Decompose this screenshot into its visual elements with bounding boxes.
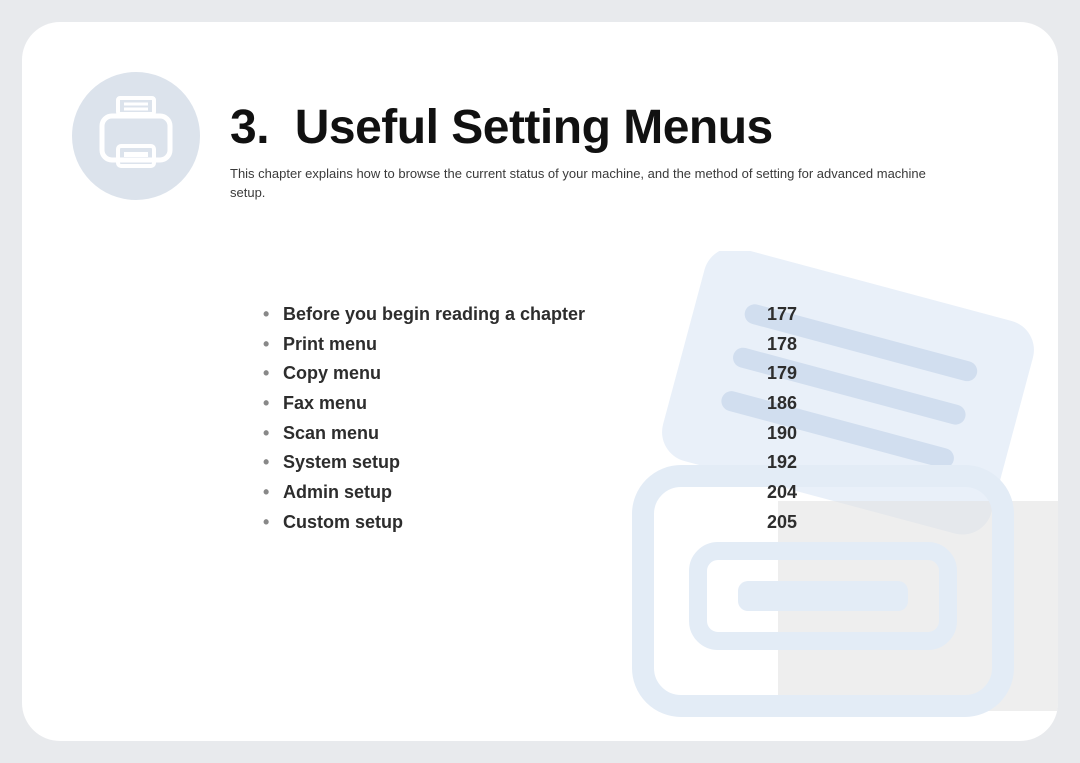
- chapter-title: 3. Useful Setting Menus: [230, 102, 1008, 155]
- title-area: 3. Useful Setting Menus This chapter exp…: [230, 72, 1008, 202]
- toc-item[interactable]: • Copy menu 179: [257, 359, 817, 389]
- table-of-contents: • Before you begin reading a chapter 177…: [257, 300, 817, 538]
- toc-item[interactable]: • Scan menu 190: [257, 419, 817, 449]
- chapter-description: This chapter explains how to browse the …: [230, 165, 930, 203]
- toc-item[interactable]: • Fax menu 186: [257, 389, 817, 419]
- bullet-icon: •: [257, 330, 283, 360]
- toc-page-number: 205: [767, 508, 817, 538]
- bullet-icon: •: [257, 508, 283, 538]
- chapter-title-text: Useful Setting Menus: [295, 101, 773, 154]
- toc-item[interactable]: • Admin setup 204: [257, 478, 817, 508]
- toc-page-number: 192: [767, 448, 817, 478]
- toc-item[interactable]: • System setup 192: [257, 448, 817, 478]
- bullet-icon: •: [257, 448, 283, 478]
- toc-label: Before you begin reading a chapter: [283, 300, 585, 330]
- chapter-header: 3. Useful Setting Menus This chapter exp…: [72, 72, 1008, 202]
- toc-item[interactable]: • Custom setup 205: [257, 508, 817, 538]
- bullet-icon: •: [257, 389, 283, 419]
- toc-label: Custom setup: [283, 508, 403, 538]
- toc-label: System setup: [283, 448, 400, 478]
- toc-page-number: 179: [767, 359, 817, 389]
- toc-page-number: 186: [767, 389, 817, 419]
- toc-label: Print menu: [283, 330, 377, 360]
- chapter-number: 3.: [230, 101, 269, 154]
- toc-label: Copy menu: [283, 359, 381, 389]
- bullet-icon: •: [257, 300, 283, 330]
- bullet-icon: •: [257, 359, 283, 389]
- toc-item[interactable]: • Print menu 178: [257, 330, 817, 360]
- toc-page-number: 177: [767, 300, 817, 330]
- toc-page-number: 190: [767, 419, 817, 449]
- toc-item[interactable]: • Before you begin reading a chapter 177: [257, 300, 817, 330]
- toc-page-number: 178: [767, 330, 817, 360]
- document-page: 3. Useful Setting Menus This chapter exp…: [22, 22, 1058, 741]
- bullet-icon: •: [257, 419, 283, 449]
- bullet-icon: •: [257, 478, 283, 508]
- toc-label: Scan menu: [283, 419, 379, 449]
- toc-page-number: 204: [767, 478, 817, 508]
- printer-badge-icon: [72, 72, 200, 200]
- toc-label: Fax menu: [283, 389, 367, 419]
- toc-label: Admin setup: [283, 478, 392, 508]
